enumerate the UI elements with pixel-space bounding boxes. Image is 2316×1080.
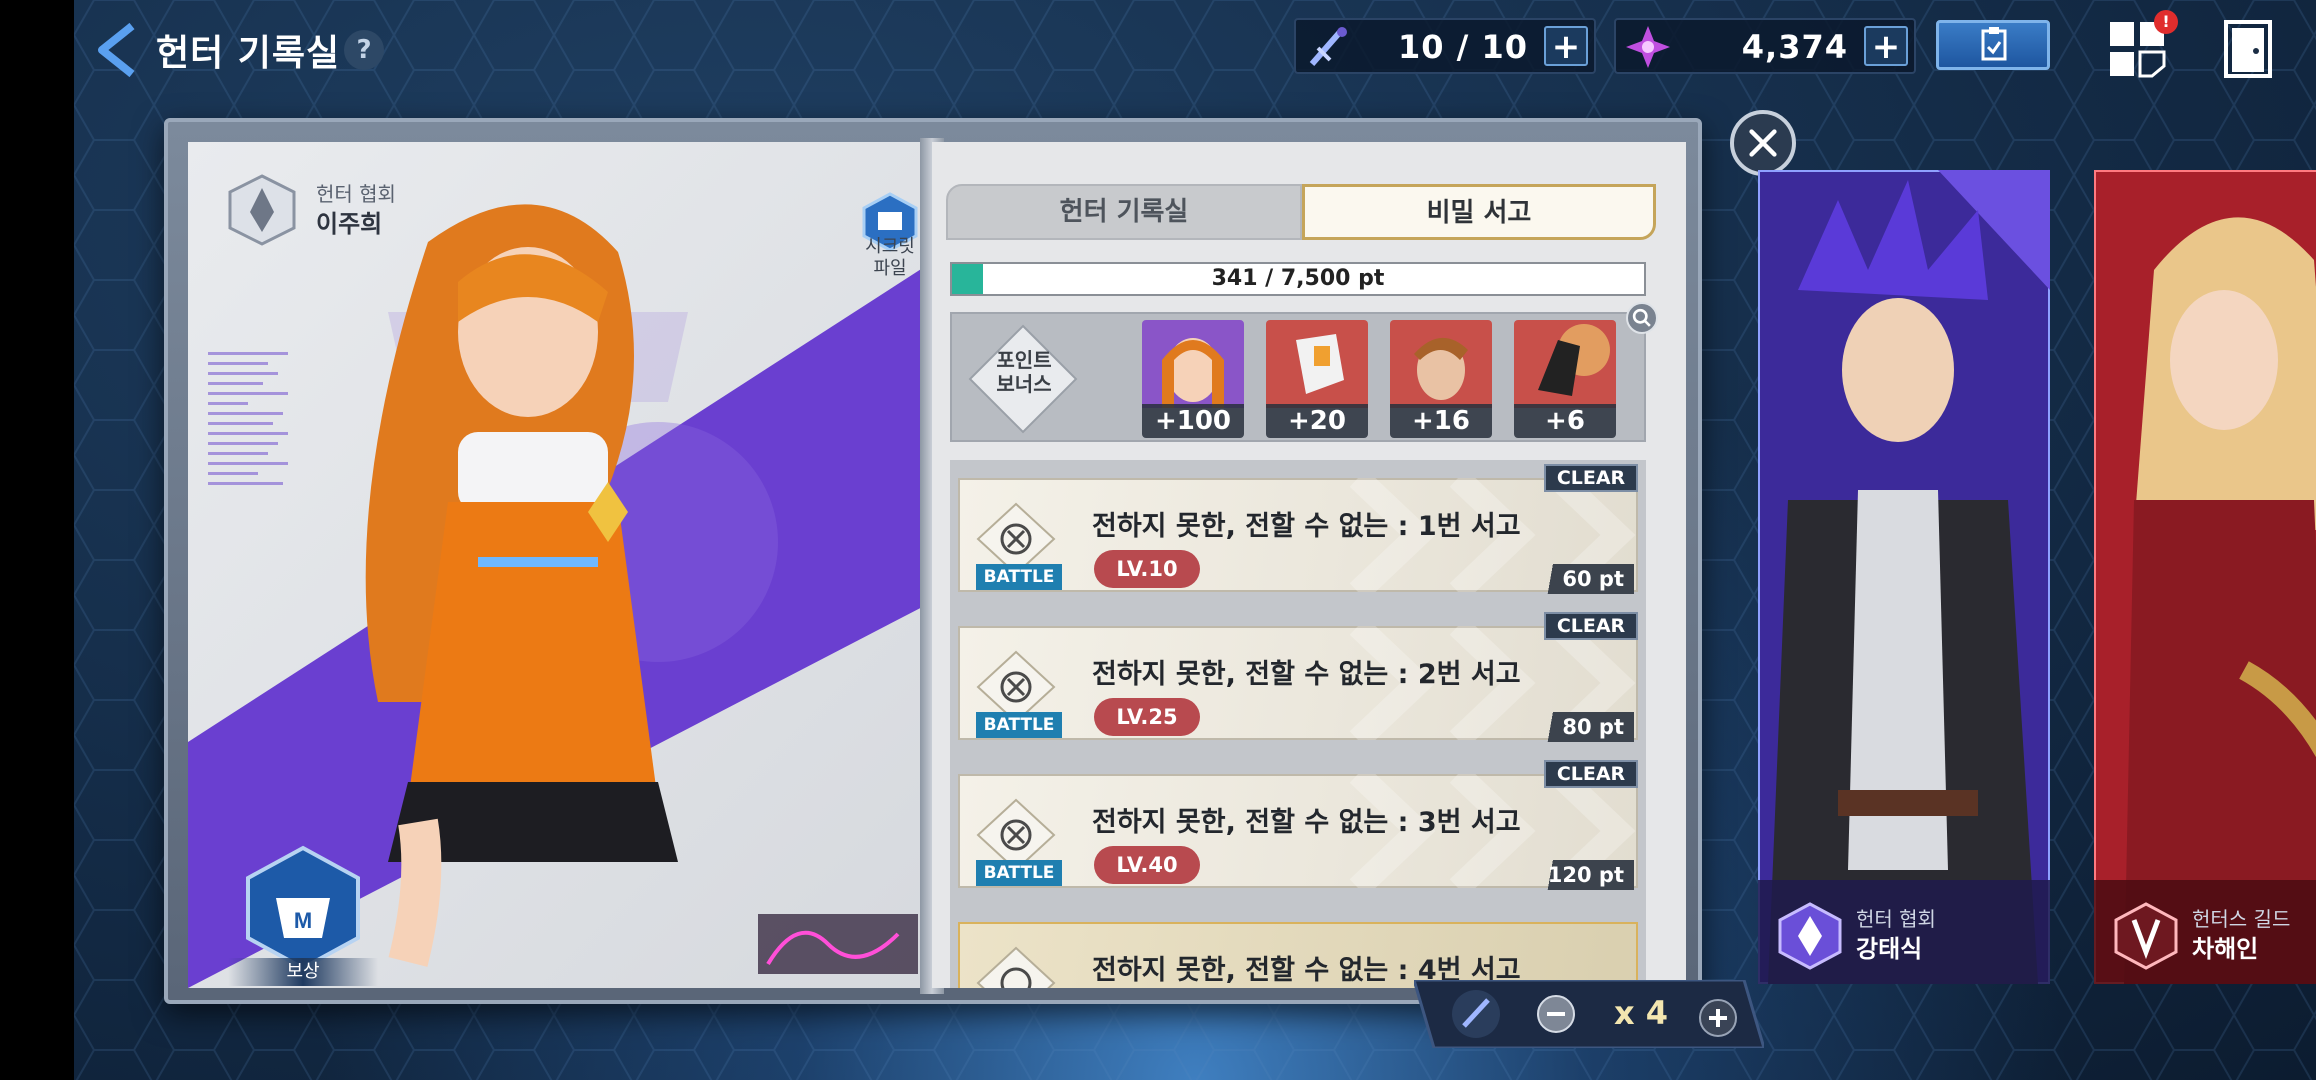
help-button[interactable]: ? <box>344 30 384 70</box>
close-icon[interactable] <box>1730 110 1796 176</box>
points-progress-bar: 341 / 7,500 pt <box>950 262 1646 296</box>
tab-hunter-record[interactable]: 헌터 기록실 <box>946 184 1302 240</box>
secret-archive-page: 헌터 기록실 비밀 서고 341 / 7,500 pt 포인트 보너스 +100… <box>932 142 1686 988</box>
male-hunter-thumb <box>1390 320 1492 408</box>
sword-icon <box>1309 27 1347 66</box>
level-badge: LV.25 <box>1094 698 1200 736</box>
minus-button[interactable] <box>1536 994 1576 1034</box>
gem-icon <box>1626 26 1670 68</box>
quest-title: 전하지 못한, 전할 수 없는 : 3번 서고 <box>1092 807 1521 838</box>
bonus-item-1[interactable]: +100 <box>1142 320 1244 438</box>
hunter-card-art <box>1758 170 2050 984</box>
stamina-counter: 10 / 10 + <box>1294 18 1596 74</box>
quest-title: 전하지 못한, 전할 수 없는 : 2번 서고 <box>1092 659 1521 690</box>
svg-text:M: M <box>294 908 312 933</box>
hunter-association-emblem <box>1778 902 1842 970</box>
page-title: 헌터 기록실 <box>156 33 341 74</box>
hunter-portrait-thumb <box>1142 320 1244 408</box>
quest-item[interactable]: CLEAR BATTLE 전하지 못한, 전할 수 없는 : 2번 서고 LV.… <box>958 612 1638 742</box>
hunter-name: 차해인 <box>2192 935 2259 963</box>
secret-file-label: 시크릿 파일 <box>865 236 915 279</box>
quest-title: 전하지 못한, 전할 수 없는 : 1번 서고 <box>1092 511 1521 542</box>
hunter-signature-logo <box>758 914 918 974</box>
progress-text: 341 / 7,500 pt <box>1211 266 1385 291</box>
exit-door-icon[interactable] <box>2222 18 2274 80</box>
quest-points: 60 pt <box>1534 564 1634 594</box>
back-icon[interactable] <box>94 22 142 78</box>
clipboard-icon <box>1981 27 2007 61</box>
point-bonus-panel: 포인트 보너스 +100 +20 +16 +6 <box>950 312 1646 442</box>
hunter-org: 헌터 협회 <box>316 182 396 206</box>
hunter-card-2[interactable]: 헌터스 길드 차해인 <box>2094 170 2316 984</box>
hunter-org: 헌터스 길드 <box>2192 907 2291 931</box>
point-bonus-label: 포인트 보너스 <box>996 348 1052 396</box>
battle-tag: BATTLE <box>976 860 1062 886</box>
hunter-association-emblem <box>228 174 296 246</box>
stamina-value: 10 / 10 <box>1397 28 1528 66</box>
battle-icon <box>976 946 1056 988</box>
bonus-item-2[interactable]: +20 <box>1266 320 1368 438</box>
gem-counter: 4,374 + <box>1614 18 1916 74</box>
hunter-card-art <box>2094 170 2316 984</box>
tab-secret-archive[interactable]: 비밀 서고 <box>1302 184 1656 240</box>
reward-label: 보상 <box>228 958 378 986</box>
hunter-org: 헌터 협회 <box>1856 907 1936 931</box>
record-book: 헌터 협회 이주희 시크릿 파일 M 보상 헌터 기록실 비밀 서고 341 /… <box>164 118 1702 1004</box>
bonus-item-3[interactable]: +16 <box>1390 320 1492 438</box>
hunters-guild-emblem <box>2114 902 2178 970</box>
ticket-count: x 4 <box>1614 994 1669 1032</box>
hunter-name: 이주희 <box>316 210 383 238</box>
hunter-profile-page: 헌터 협회 이주희 시크릿 파일 M 보상 <box>188 142 932 988</box>
gem-value: 4,374 <box>1741 28 1848 66</box>
quest-item[interactable]: CLEAR BATTLE 전하지 못한, 전할 수 없는 : 3번 서고 LV.… <box>958 760 1638 890</box>
clear-badge: CLEAR <box>1544 612 1638 640</box>
quest-list: CLEAR BATTLE 전하지 못한, 전할 수 없는 : 1번 서고 LV.… <box>950 460 1646 988</box>
mission-button[interactable] <box>1936 20 2050 70</box>
add-gem-button[interactable]: + <box>1864 26 1908 66</box>
game-screen: 헌터 기록실 ? 10 / 10 + 4,374 + ! 헌터 협회 이주희 시… <box>74 0 2316 1080</box>
clear-badge: CLEAR <box>1544 760 1638 788</box>
quest-item[interactable]: 전하지 못한, 전할 수 없는 : 4번 서고 <box>958 908 1638 988</box>
add-stamina-button[interactable]: + <box>1544 26 1588 66</box>
plus-button[interactable] <box>1698 998 1738 1038</box>
quest-points: 80 pt <box>1534 712 1634 742</box>
hunter-name: 강태식 <box>1856 935 1923 963</box>
gauntlet-thumb <box>1266 320 1368 408</box>
quest-points: 120 pt <box>1534 860 1634 890</box>
quest-item[interactable]: CLEAR BATTLE 전하지 못한, 전할 수 없는 : 1번 서고 LV.… <box>958 464 1638 594</box>
battle-tag: BATTLE <box>976 712 1062 738</box>
hunter-card-1[interactable]: 헌터 협회 강태식 <box>1758 170 2050 984</box>
magnifier-icon[interactable] <box>1626 302 1658 334</box>
glove-thumb <box>1514 320 1616 408</box>
clear-badge: CLEAR <box>1544 464 1638 492</box>
bonus-item-4[interactable]: +6 <box>1514 320 1616 438</box>
notification-badge: ! <box>2154 10 2178 34</box>
battle-tag: BATTLE <box>976 564 1062 590</box>
level-badge: LV.40 <box>1094 846 1200 884</box>
level-badge: LV.10 <box>1094 550 1200 588</box>
